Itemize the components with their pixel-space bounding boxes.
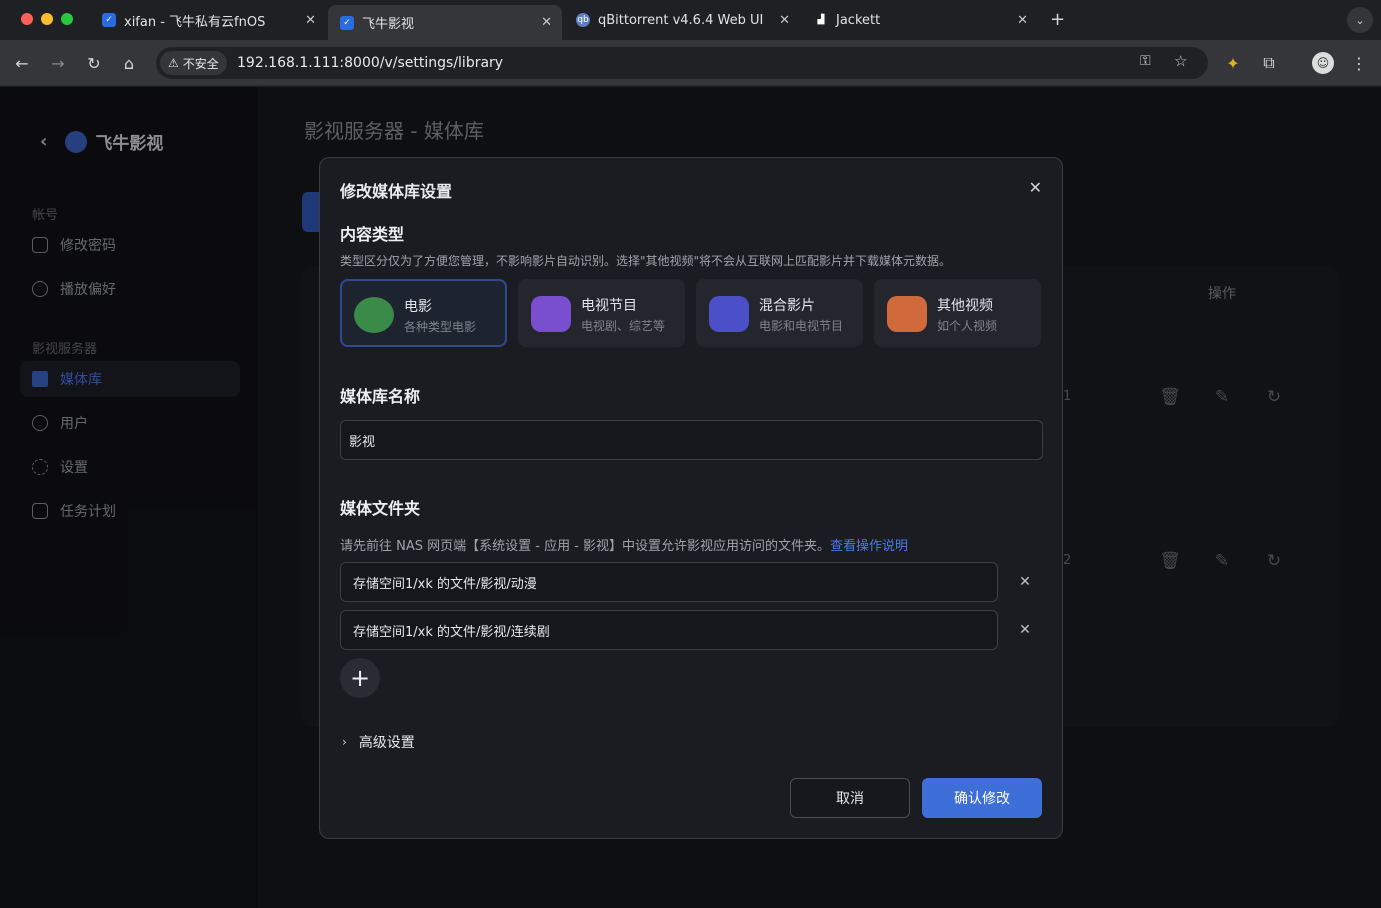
dialog-title: 修改媒体库设置 <box>340 182 453 201</box>
advanced-settings-label: 高级设置 <box>358 735 415 751</box>
type-option-mixed[interactable]: 混合影片 电影和电视节目 <box>696 279 863 347</box>
qbittorrent-icon: qb <box>576 13 590 27</box>
maximize-window-button[interactable] <box>61 13 73 25</box>
chevron-right-icon: › <box>342 735 347 749</box>
type-desc: 电影和电视节目 <box>759 319 844 333</box>
forward-icon[interactable]: → <box>47 52 69 74</box>
type-desc: 各种类型电影 <box>404 320 477 334</box>
browser-tab[interactable]: ▟ Jackett ✕ <box>802 5 1038 35</box>
tab-title: qBittorrent v4.6.4 Web UI <box>598 12 764 28</box>
fnos-icon: ✓ <box>340 15 354 30</box>
security-chip[interactable]: ⚠ 不安全 <box>160 51 227 75</box>
jackett-icon: ▟ <box>814 13 828 27</box>
close-tab-icon[interactable]: ✕ <box>305 13 316 28</box>
close-tab-icon[interactable]: ✕ <box>541 15 552 30</box>
folders-title: 媒体文件夹 <box>340 499 421 518</box>
type-desc: 如个人视频 <box>937 319 998 333</box>
edit-library-dialog: 修改媒体库设置 ✕ 内容类型 类型区分仅为了方便您管理，不影响影片自动识别。选择… <box>319 157 1063 839</box>
folder-path-field[interactable]: 存储空间1/xk 的文件/影视/连续剧 <box>340 610 998 650</box>
type-option-movie[interactable]: 电影 各种类型电影 <box>340 279 507 347</box>
content-type-hint: 类型区分仅为了方便您管理，不影响影片自动识别。选择"其他视频"将不会从互联网上匹… <box>340 254 952 268</box>
folders-hint: 请先前往 NAS 网页端【系统设置 - 应用 - 影视】中设置允许影视应用访问的… <box>340 535 908 554</box>
type-name: 电影 <box>404 299 432 315</box>
advanced-settings-toggle[interactable]: › 高级设置 <box>342 732 415 752</box>
address-bar[interactable]: ⚠ 不安全 192.168.1.111:8000/v/settings/libr… <box>156 47 1208 79</box>
warning-icon: ⚠ <box>168 56 179 70</box>
new-tab-icon[interactable]: + <box>1050 9 1065 30</box>
password-key-icon[interactable]: ⚿ <box>1140 53 1151 69</box>
tab-title: 飞牛影视 <box>362 17 415 32</box>
tab-title: Jackett <box>836 12 881 28</box>
confirm-button[interactable]: 确认修改 <box>922 778 1042 818</box>
home-icon[interactable]: ⌂ <box>118 52 140 74</box>
content-type-title: 内容类型 <box>340 225 405 244</box>
tab-title: xifan - 飞牛私有云fnOS <box>124 14 266 30</box>
browser-tab-strip: ✓ xifan - 飞牛私有云fnOS ✕ ✓ 飞牛影视 ✕ qb qBitto… <box>0 0 1381 40</box>
type-name: 其他视频 <box>937 298 993 314</box>
browser-toolbar: ← → ↻ ⌂ ⚠ 不安全 192.168.1.111:8000/v/setti… <box>0 40 1381 86</box>
folder-media-icon <box>709 296 749 332</box>
browser-tab[interactable]: ✓ xifan - 飞牛私有云fnOS ✕ <box>90 5 326 35</box>
fnos-icon: ✓ <box>102 13 116 27</box>
bookmark-star-icon[interactable]: ☆ <box>1174 52 1187 70</box>
type-option-tv[interactable]: 电视节目 电视剧、综艺等 <box>518 279 685 347</box>
film-reel-icon <box>354 297 394 333</box>
folders-hint-text: 请先前往 NAS 网页端【系统设置 - 应用 - 影视】中设置允许影视应用访问的… <box>340 539 831 554</box>
type-name: 混合影片 <box>759 298 815 314</box>
tab-search-icon[interactable]: ⌄ <box>1347 7 1373 33</box>
video-camera-icon <box>887 296 927 332</box>
browser-tab[interactable]: qb qBittorrent v4.6.4 Web UI ✕ <box>564 5 800 35</box>
close-window-button[interactable] <box>21 13 33 25</box>
close-icon[interactable]: ✕ <box>1029 178 1042 197</box>
back-icon[interactable]: ← <box>11 52 33 74</box>
reload-icon[interactable]: ↻ <box>83 52 105 74</box>
security-label: 不安全 <box>182 56 219 71</box>
type-option-other[interactable]: 其他视频 如个人视频 <box>874 279 1041 347</box>
type-name: 电视节目 <box>581 298 637 314</box>
browser-tab-active[interactable]: ✓ 飞牛影视 ✕ <box>328 5 562 40</box>
type-desc: 电视剧、综艺等 <box>581 319 666 333</box>
menu-kebab-icon[interactable]: ⋮ <box>1348 52 1370 74</box>
add-folder-button[interactable]: + <box>340 658 380 698</box>
cancel-button[interactable]: 取消 <box>790 778 910 818</box>
profile-avatar-icon[interactable]: ☺ <box>1312 52 1334 74</box>
tv-icon <box>531 296 571 332</box>
help-link[interactable]: 查看操作说明 <box>830 539 908 554</box>
close-tab-icon[interactable]: ✕ <box>779 13 790 28</box>
remove-folder-icon[interactable]: ✕ <box>1017 622 1033 638</box>
extensions-puzzle-icon[interactable]: ⧉ <box>1258 52 1280 74</box>
extension-icon[interactable]: ✦ <box>1222 52 1244 74</box>
remove-folder-icon[interactable]: ✕ <box>1017 574 1033 590</box>
minimize-window-button[interactable] <box>41 13 53 25</box>
library-name-title: 媒体库名称 <box>340 387 421 406</box>
close-tab-icon[interactable]: ✕ <box>1017 13 1028 28</box>
url-text: 192.168.1.111:8000/v/settings/library <box>237 55 504 71</box>
library-name-input[interactable]: 影视 <box>340 420 1043 460</box>
folder-path-field[interactable]: 存储空间1/xk 的文件/影视/动漫 <box>340 562 998 602</box>
